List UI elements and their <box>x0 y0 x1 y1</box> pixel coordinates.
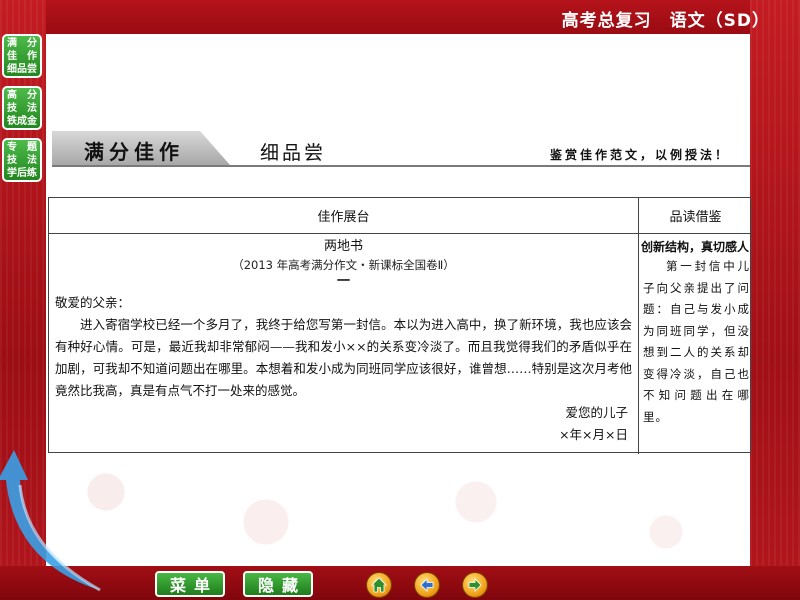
nav-item-line: 技 法 <box>7 103 37 114</box>
banner-subtitle: 细品尝 <box>260 142 327 164</box>
back-icon <box>420 578 434 592</box>
nav-item-line: 专 题 <box>7 142 37 153</box>
comment-title: 创新结构，真切感人 <box>641 240 750 254</box>
nav-item-line: 满 分 <box>7 38 37 49</box>
next-button[interactable] <box>462 572 488 598</box>
next-icon <box>468 578 482 592</box>
banner-slogan: 鉴赏佳作范文，以例授法！ <box>549 148 730 162</box>
nav-item-line: 高 分 <box>7 90 37 101</box>
nav-item-line: 细品尝 <box>7 64 37 75</box>
side-nav: 满 分 佳 作 细品尝 高 分 技 法 铁成金 专 题 技 法 学后练 <box>2 34 42 190</box>
right-frame <box>750 0 800 600</box>
bottom-frame <box>0 566 800 600</box>
essay-title: 两地书 <box>323 239 363 254</box>
nav-item-line: 学后练 <box>7 168 37 179</box>
back-button[interactable] <box>414 572 440 598</box>
banner-title: 满分佳作 <box>84 140 184 164</box>
hide-button[interactable]: 隐藏 <box>243 571 313 597</box>
letter-body: 进入寄宿学校已经一个多月了，我终于给您写第一封信。本以为进入高中，换了新环境，我… <box>55 317 632 398</box>
header-title: 高考总复习 语文（SD） <box>561 11 770 31</box>
essay-part-number: 一 <box>336 274 350 289</box>
menu-button[interactable]: 菜单 <box>155 571 225 597</box>
letter-greeting: 敬爱的父亲： <box>55 295 131 310</box>
nav-item-line: 技 法 <box>7 155 37 166</box>
letter-signature: 爱您的儿子 <box>565 405 628 420</box>
section-banner: 满分佳作 细品尝 鉴赏佳作范文，以例授法！ <box>52 131 750 167</box>
home-button[interactable] <box>366 572 392 598</box>
nav-item-practice[interactable]: 专 题 技 法 学后练 <box>2 138 42 182</box>
home-icon <box>371 577 387 593</box>
comment-cell: 创新结构，真切感人 第一封信中儿子向父亲提出了问题：自己与发小成为同班同学，但没… <box>639 234 752 454</box>
essay-source: （2013 年高考满分作文・新课标全国卷Ⅱ） <box>232 258 455 272</box>
letter-date: ×年×月×日 <box>559 427 628 442</box>
arrow-swoosh-icon <box>0 450 101 592</box>
nav-item-high-score[interactable]: 高 分 技 法 铁成金 <box>2 86 42 130</box>
essay-table: 佳作展台 品读借鉴 两地书 （2013 年高考满分作文・新课标全国卷Ⅱ） 一 敬… <box>48 197 752 454</box>
comment-text: 第一封信中儿子向父亲提出了问题：自己与发小成为同班同学，但没想到二人的关系却变得… <box>643 259 750 424</box>
nav-item-full-score[interactable]: 满 分 佳 作 细品尝 <box>2 34 42 78</box>
essay-cell: 两地书 （2013 年高考满分作文・新课标全国卷Ⅱ） 一 敬爱的父亲： 进入寄宿… <box>49 234 639 454</box>
table-header-showcase: 佳作展台 <box>49 198 639 234</box>
nav-item-line: 铁成金 <box>7 116 37 127</box>
banner-divider <box>52 165 750 167</box>
nav-item-line: 佳 作 <box>7 51 37 62</box>
paper-decoration <box>46 452 750 566</box>
table-header-appreciation: 品读借鉴 <box>639 198 752 234</box>
